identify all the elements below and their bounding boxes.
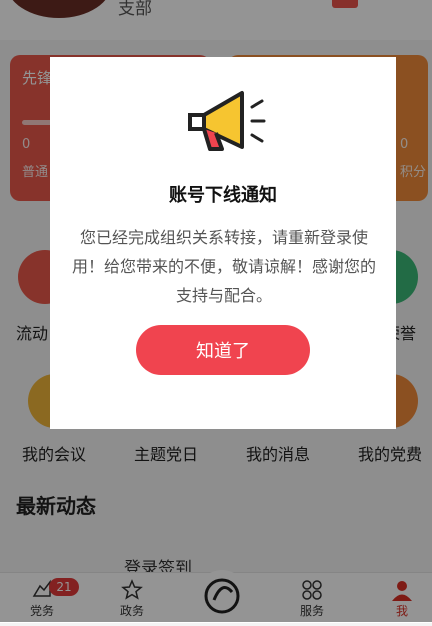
- acknowledge-button[interactable]: 知道了: [136, 325, 310, 375]
- dialog-title: 账号下线通知: [169, 185, 277, 206]
- megaphone-icon: [188, 91, 266, 151]
- dialog-message: 您已经完成组织关系转接，请重新登录使用！给您带来的不便，敬请谅解！感谢您的支持与…: [71, 228, 376, 305]
- logout-notice-dialog: 账号下线通知 您已经完成组织关系转接，请重新登录使用！给您带来的不便，敬请谅解！…: [50, 57, 396, 429]
